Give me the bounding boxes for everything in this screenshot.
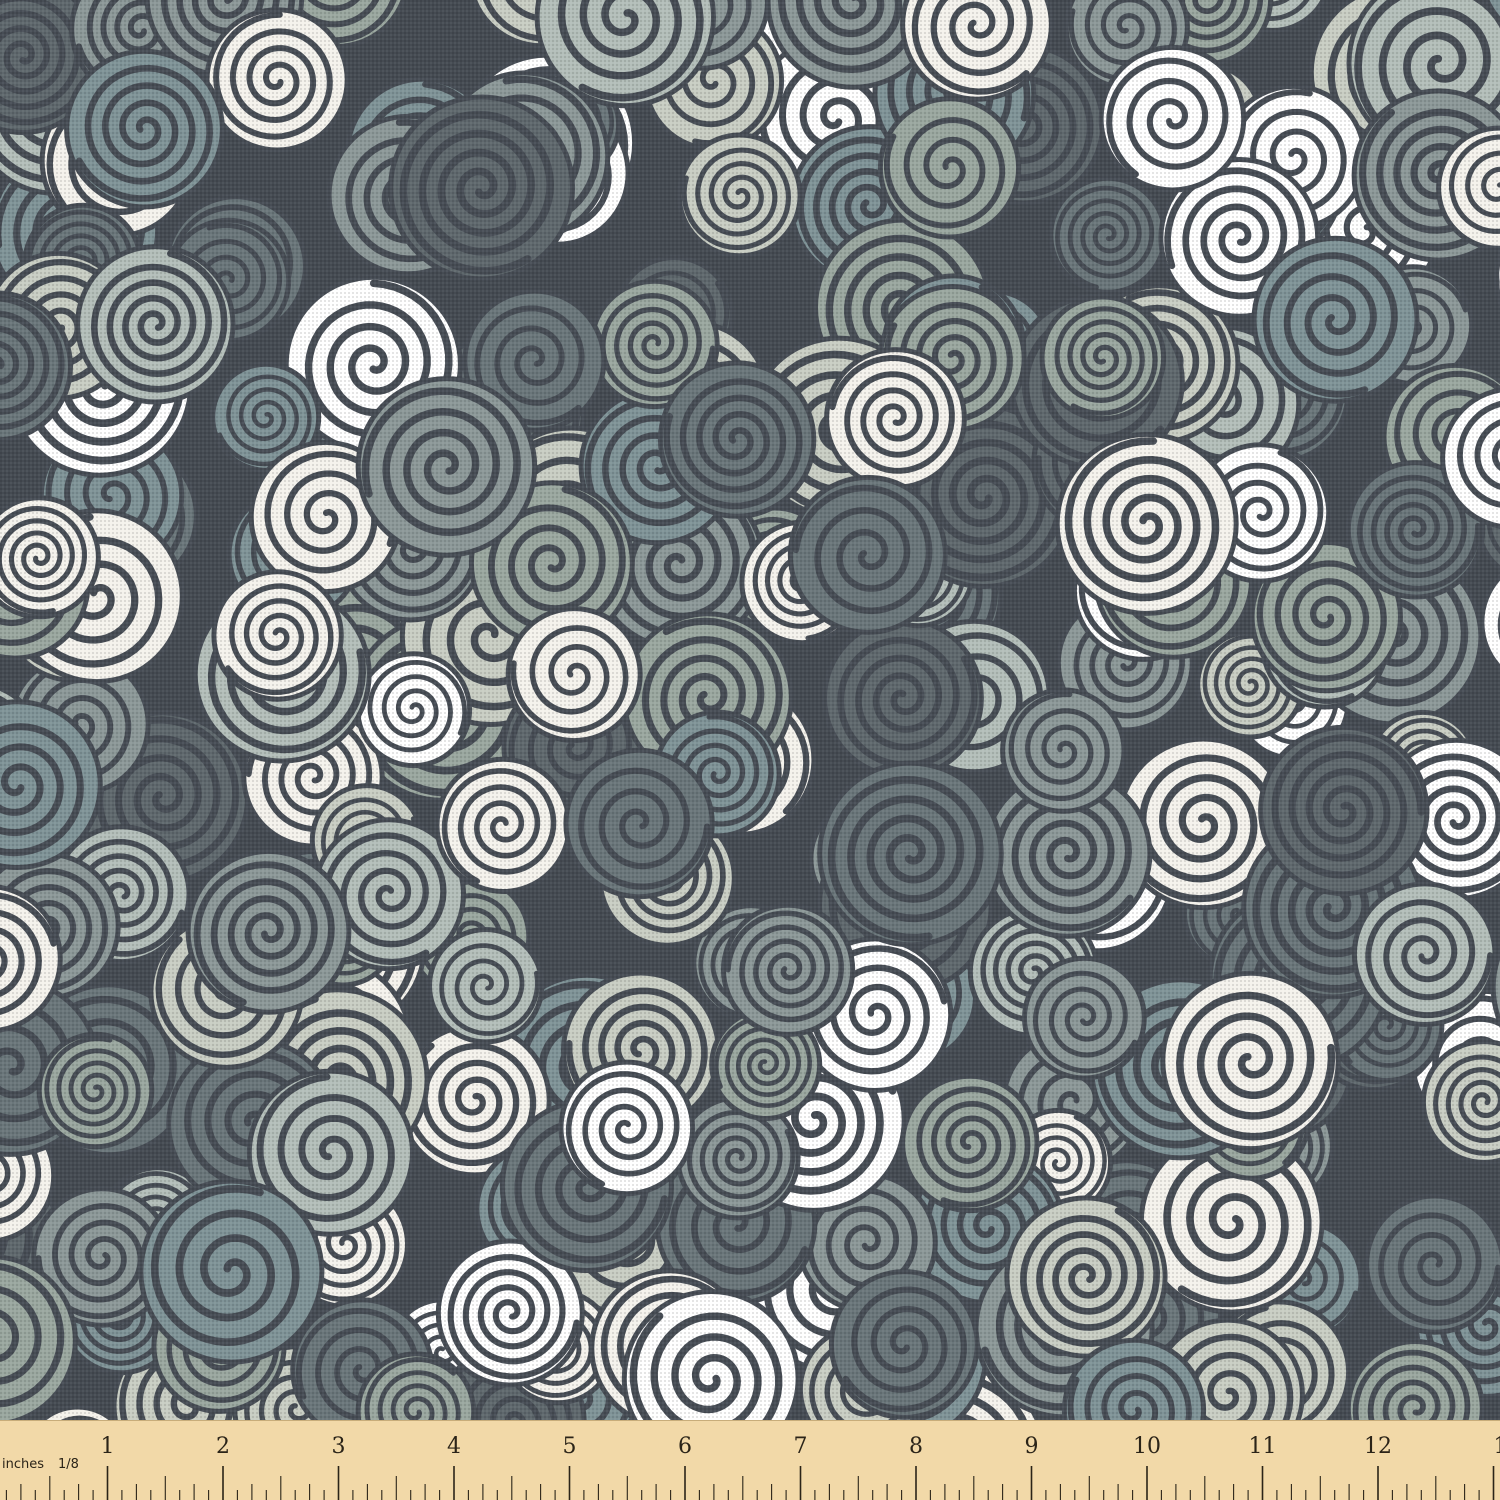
- ruler-number: 2: [216, 1434, 230, 1459]
- ruler-number: 13: [1494, 1434, 1500, 1459]
- ruler-number: 11: [1249, 1434, 1277, 1459]
- fabric-swatch-view: 12345678910111213 inches 1/8: [0, 0, 1500, 1500]
- ruler-number: 10: [1133, 1434, 1161, 1459]
- ruler-number: 9: [1025, 1434, 1039, 1459]
- ruler-unit-label: inches: [2, 1457, 44, 1472]
- weave-texture: [0, 0, 1500, 1420]
- ruler-number: 1: [101, 1434, 115, 1459]
- ruler-number: 8: [909, 1434, 923, 1459]
- ruler-number: 12: [1364, 1434, 1392, 1459]
- ruler-number: 6: [678, 1434, 692, 1459]
- ruler-background: [0, 1420, 1500, 1500]
- measuring-ruler: 12345678910111213 inches 1/8: [0, 1420, 1500, 1500]
- ruler-number: 5: [563, 1434, 577, 1459]
- swirl-fabric-pattern: [0, 0, 1500, 1420]
- ruler-number: 4: [447, 1434, 461, 1459]
- ruler-number: 3: [332, 1434, 346, 1459]
- ruler-number: 7: [794, 1434, 808, 1459]
- ruler-fraction-label: 1/8: [58, 1457, 79, 1472]
